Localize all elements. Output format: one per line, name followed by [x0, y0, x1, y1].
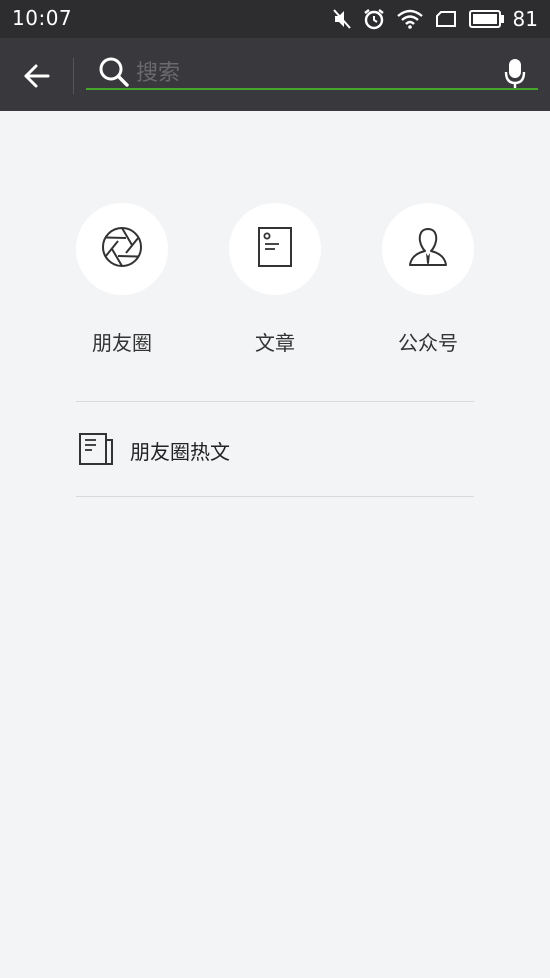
- search-input[interactable]: [136, 57, 476, 89]
- search-underline: [86, 88, 538, 90]
- category-moments[interactable]: 朋友圈: [46, 203, 198, 356]
- wifi-icon: [396, 9, 423, 29]
- hot-articles-row[interactable]: 朋友圈热文: [76, 402, 474, 496]
- battery-percent: 81: [512, 7, 538, 31]
- mute-icon: [332, 9, 351, 29]
- battery-icon: [468, 10, 505, 28]
- category-articles-circle: [229, 203, 321, 295]
- newspaper-icon: [78, 432, 114, 470]
- status-bar: 10:07 81: [0, 0, 550, 38]
- status-time: 10:07: [12, 6, 73, 30]
- search-icon: [98, 56, 130, 92]
- alarm-icon: [363, 8, 385, 30]
- aperture-icon: [100, 225, 144, 273]
- category-moments-circle: [76, 203, 168, 295]
- search-box[interactable]: [86, 48, 538, 100]
- category-articles-label: 文章: [255, 331, 295, 355]
- sim-icon: [435, 10, 457, 28]
- header-divider: [73, 58, 74, 94]
- category-articles[interactable]: 文章: [199, 203, 351, 356]
- back-button[interactable]: [14, 56, 60, 96]
- hot-articles-label: 朋友圈热文: [130, 440, 230, 464]
- back-arrow-icon: [24, 64, 50, 88]
- status-icons: 81: [321, 6, 538, 32]
- category-official-accounts-circle: [382, 203, 474, 295]
- search-header: [0, 38, 550, 111]
- official-account-icon: [407, 226, 449, 272]
- category-official-accounts[interactable]: 公众号: [352, 203, 504, 356]
- article-icon: [257, 226, 293, 272]
- category-official-accounts-label: 公众号: [398, 331, 458, 355]
- category-moments-label: 朋友圈: [92, 331, 152, 355]
- divider-bottom: [76, 496, 474, 497]
